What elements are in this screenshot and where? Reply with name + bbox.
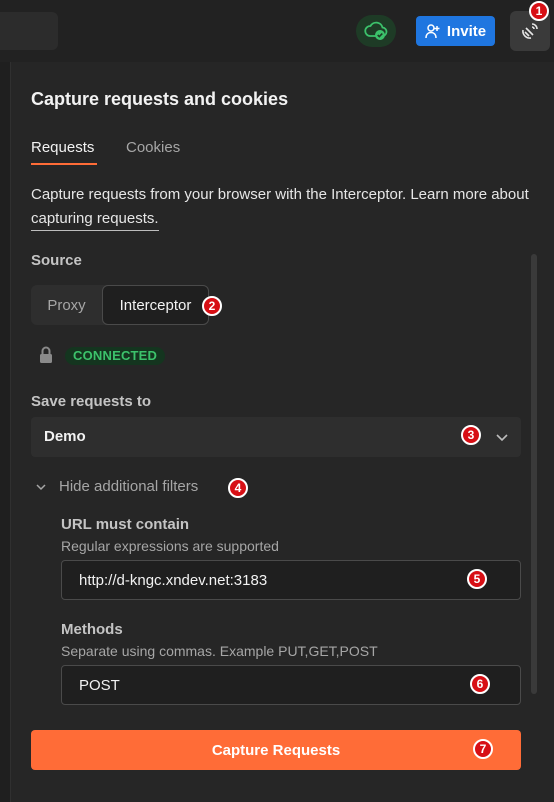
- cloud-check-icon: [364, 21, 388, 40]
- collection-select[interactable]: Demo: [31, 417, 521, 457]
- invite-label: Invite: [446, 22, 487, 40]
- annotation-marker-1: 1: [529, 1, 549, 21]
- url-filter-label: URL must contain: [61, 516, 190, 533]
- methods-input[interactable]: [61, 665, 521, 705]
- search-box[interactable]: [0, 12, 58, 50]
- tab-cookies[interactable]: Cookies: [126, 139, 180, 156]
- status-badge: CONNECTED: [65, 347, 166, 365]
- scrollbar[interactable]: [531, 254, 537, 694]
- capture-panel: Capture requests and cookies Requests Co…: [10, 62, 554, 802]
- chevron-down-icon: [36, 483, 46, 490]
- annotation-marker-3: 3: [461, 425, 481, 445]
- description-text: Capture requests from your browser with …: [31, 186, 529, 203]
- save-requests-label: Save requests to: [31, 393, 152, 410]
- sync-status-button[interactable]: [356, 15, 396, 47]
- methods-label: Methods: [61, 621, 123, 638]
- annotation-marker-2: 2: [202, 296, 222, 316]
- methods-help: Separate using commas. Example PUT,GET,P…: [61, 643, 378, 659]
- url-filter-help: Regular expressions are supported: [61, 538, 279, 554]
- panel-title: Capture requests and cookies: [31, 89, 289, 109]
- annotation-marker-6: 6: [470, 674, 490, 694]
- source-option-proxy[interactable]: Proxy: [31, 285, 102, 325]
- annotation-marker-4: 4: [228, 478, 248, 498]
- lock-icon: [40, 346, 52, 363]
- capture-requests-button[interactable]: Capture Requests: [31, 730, 521, 770]
- source-option-interceptor[interactable]: Interceptor: [102, 285, 209, 325]
- annotation-marker-7: 7: [473, 739, 493, 759]
- invite-button[interactable]: Invite: [416, 16, 495, 46]
- chevron-down-icon: [496, 434, 508, 442]
- panel-description: Capture requests from your browser with …: [31, 183, 531, 231]
- satellite-capture-icon: [522, 23, 538, 39]
- hide-filters-label: Hide additional filters: [59, 478, 199, 495]
- source-label: Source: [31, 252, 82, 269]
- source-toggle: Proxy Interceptor: [31, 285, 209, 325]
- tab-requests[interactable]: Requests: [31, 139, 94, 156]
- collection-select-value: Demo: [44, 428, 86, 445]
- add-user-icon: [425, 24, 440, 39]
- annotation-marker-5: 5: [467, 569, 487, 589]
- top-bar: Invite 1: [0, 0, 554, 62]
- capturing-requests-link[interactable]: capturing requests.: [31, 210, 159, 231]
- hide-filters-toggle[interactable]: Hide additional filters: [35, 478, 198, 495]
- url-filter-input[interactable]: [61, 560, 521, 600]
- active-tab-indicator: [31, 163, 97, 165]
